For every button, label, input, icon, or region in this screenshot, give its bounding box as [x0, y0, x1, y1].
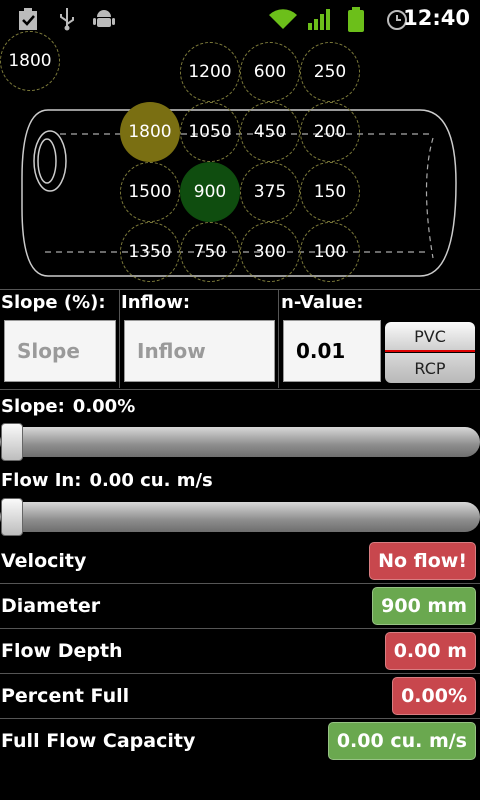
inflow-input[interactable]: Inflow: [124, 320, 275, 382]
full-flow-capacity-label: Full Flow Capacity: [1, 730, 196, 752]
diameter-value-badge: 900 mm: [372, 587, 476, 625]
divider: [278, 290, 279, 388]
slope-slider-label: Slope: 0.00%: [1, 396, 135, 417]
divider: [119, 290, 120, 388]
flow-depth-value-badge: 0.00 m: [384, 632, 476, 670]
android-debug-icon: [93, 10, 115, 27]
size-option-150[interactable]: 150: [300, 162, 360, 222]
percent-full-label: Percent Full: [1, 685, 130, 707]
pipe-size-diagram: 1800 1200 600 250 1800 1050 450 200 1500…: [0, 31, 480, 288]
flow-slider-track[interactable]: [0, 502, 480, 532]
flow-depth-label: Flow Depth: [1, 640, 123, 662]
size-option-1500[interactable]: 1500: [120, 162, 180, 222]
flow-slider-label: Flow In: 0.00 cu. m/s: [1, 470, 213, 491]
size-option-900[interactable]: 900: [180, 162, 240, 222]
divider: [0, 628, 480, 629]
slope-header: Slope (%):: [1, 292, 106, 313]
size-option-375[interactable]: 375: [240, 162, 300, 222]
clipboard-check-icon: [19, 8, 37, 30]
percent-full-value-badge: 0.00%: [392, 677, 476, 715]
rcp-button[interactable]: RCP: [385, 353, 475, 383]
size-option-1350[interactable]: 1350: [120, 222, 180, 282]
size-option-250[interactable]: 250: [300, 42, 360, 102]
status-bar: 12:40: [0, 0, 480, 38]
slope-slider-thumb[interactable]: [1, 423, 23, 461]
size-option-1800-standalone[interactable]: 1800: [0, 31, 60, 91]
divider: [0, 289, 480, 290]
slope-input[interactable]: Slope: [4, 320, 116, 382]
flow-value: 0.00 cu. m/s: [89, 470, 213, 491]
size-option-1050[interactable]: 1050: [180, 102, 240, 162]
velocity-label: Velocity: [1, 550, 87, 572]
clock: 12:40: [403, 6, 470, 30]
inflow-header: Inflow:: [121, 292, 191, 313]
pvc-button[interactable]: PVC: [385, 322, 475, 352]
flow-slider-thumb[interactable]: [1, 498, 23, 536]
divider: [0, 718, 480, 719]
size-option-200[interactable]: 200: [300, 102, 360, 162]
size-option-100[interactable]: 100: [300, 222, 360, 282]
size-option-600[interactable]: 600: [240, 42, 300, 102]
velocity-value-badge: No flow!: [369, 542, 476, 580]
wifi-icon: [269, 9, 297, 29]
divider: [0, 389, 480, 390]
full-flow-capacity-value-badge: 0.00 cu. m/s: [327, 722, 476, 760]
usb-icon: [60, 8, 74, 31]
size-option-300[interactable]: 300: [240, 222, 300, 282]
size-option-1200[interactable]: 1200: [180, 42, 240, 102]
divider: [0, 673, 480, 674]
slope-value: 0.00%: [72, 396, 136, 417]
size-option-1800[interactable]: 1800: [120, 102, 180, 162]
diameter-label: Diameter: [1, 595, 101, 617]
divider: [0, 583, 480, 584]
n-value-input[interactable]: 0.01: [283, 320, 381, 382]
slope-slider-track[interactable]: [0, 427, 480, 457]
flow-label-text: Flow In:: [1, 470, 82, 491]
size-option-750[interactable]: 750: [180, 222, 240, 282]
size-option-450[interactable]: 450: [240, 102, 300, 162]
signal-icon: [308, 9, 330, 30]
n-value-header: n-Value:: [281, 292, 364, 313]
battery-icon: [348, 7, 364, 32]
slope-label-text: Slope:: [1, 396, 65, 417]
